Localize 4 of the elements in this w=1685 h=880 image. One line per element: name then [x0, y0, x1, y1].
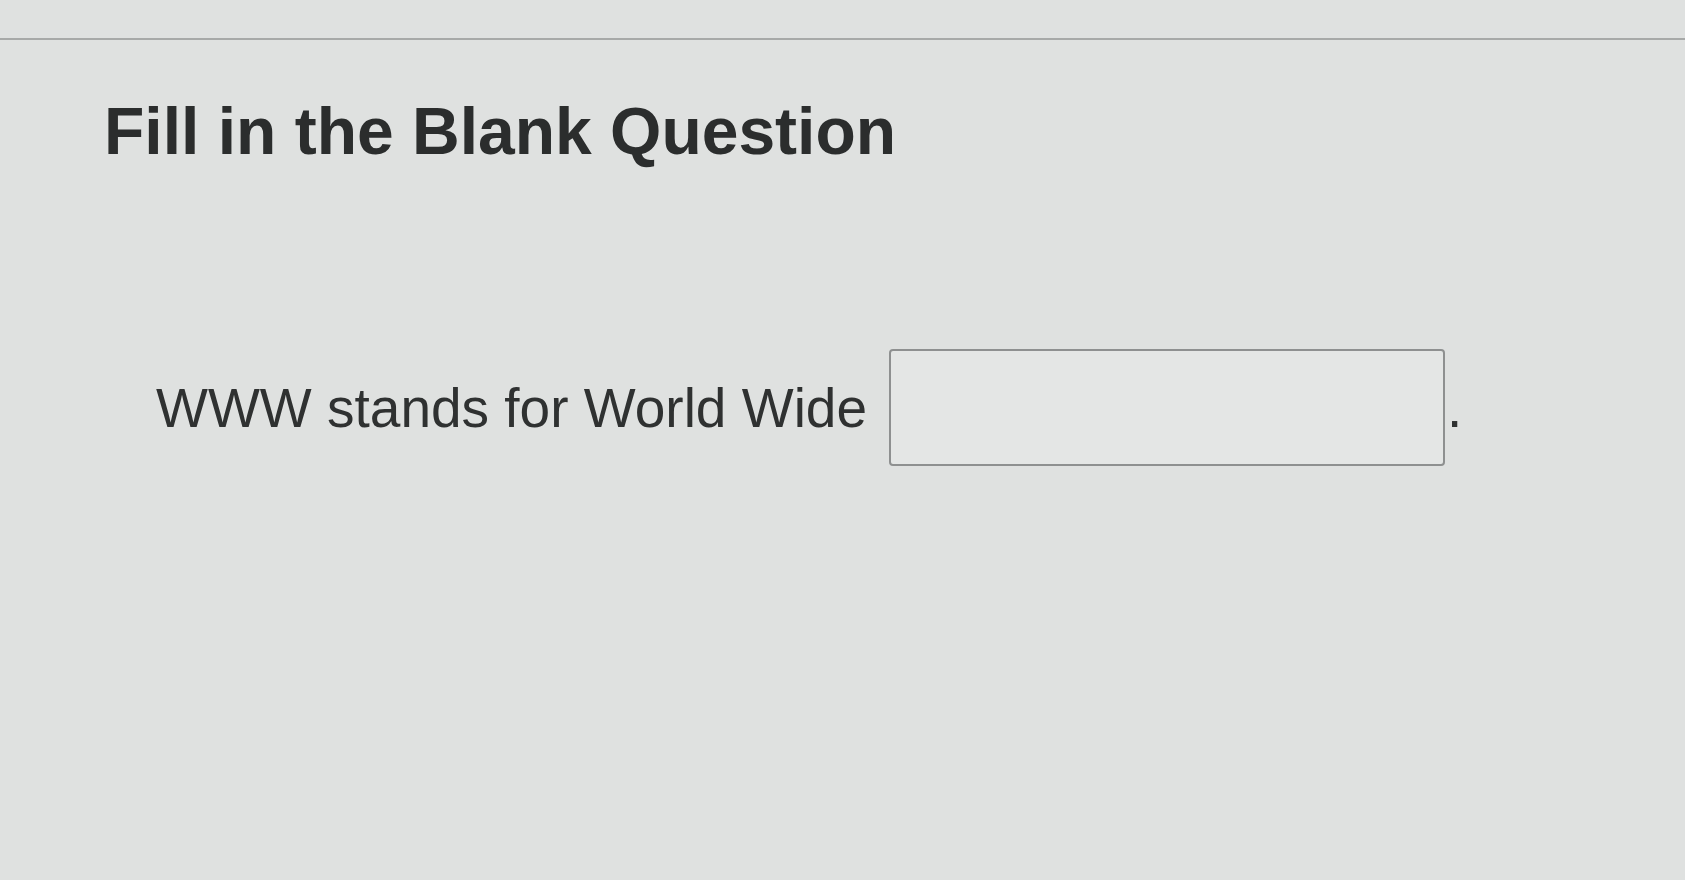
period-text: . [1447, 375, 1463, 441]
answer-box[interactable] [889, 349, 1446, 467]
question-text: WWW stands for World Wide [156, 375, 868, 441]
question-heading: Fill in the Blank Question [103, 93, 898, 170]
